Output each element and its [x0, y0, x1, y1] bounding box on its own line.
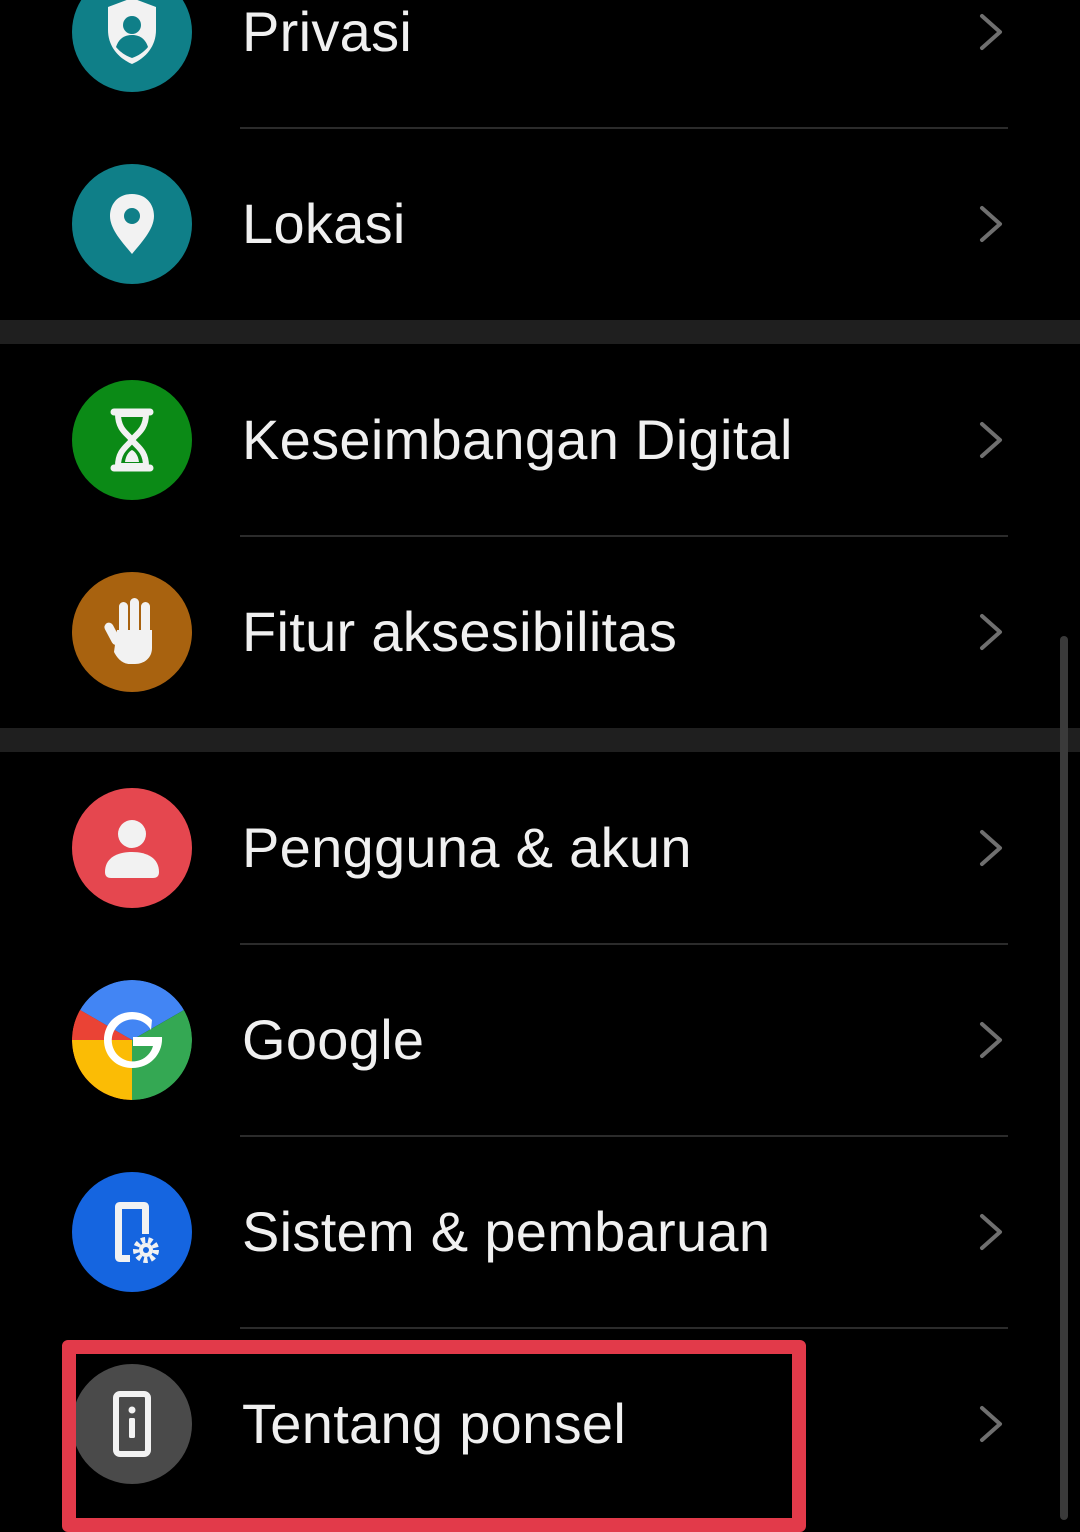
settings-item-users-accounts[interactable]: Pengguna & akun [0, 752, 1080, 944]
section-gap [0, 728, 1080, 752]
chevron-right-icon [980, 14, 1002, 50]
highlight-box [62, 1340, 806, 1532]
chevron-right-icon [980, 614, 1002, 650]
settings-item-label: Sistem & pembaruan [242, 1200, 771, 1263]
scrollbar[interactable] [1060, 636, 1068, 1520]
settings-item-label: Fitur aksesibilitas [242, 600, 678, 663]
chevron-right-icon [980, 1214, 1002, 1250]
section-gap [0, 320, 1080, 344]
settings-item-google[interactable]: Google [0, 944, 1080, 1136]
settings-item-accessibility[interactable]: Fitur aksesibilitas [0, 536, 1080, 728]
settings-item-label: Keseimbangan Digital [242, 408, 793, 471]
settings-item-label: Privasi [242, 0, 413, 63]
settings-item-system-update[interactable]: Sistem & pembaruan [0, 1136, 1080, 1328]
chevron-right-icon [980, 830, 1002, 866]
user-icon [72, 788, 192, 908]
chevron-right-icon [980, 1022, 1002, 1058]
privacy-icon [72, 0, 192, 92]
settings-item-label: Google [242, 1008, 425, 1071]
chevron-right-icon [980, 422, 1002, 458]
settings-item-label: Lokasi [242, 192, 406, 255]
phone-settings-icon [72, 1172, 192, 1292]
hourglass-icon [72, 380, 192, 500]
google-icon [72, 980, 192, 1100]
settings-item-label: Pengguna & akun [242, 816, 692, 879]
hand-icon [72, 572, 192, 692]
settings-item-privacy[interactable]: Privasi [0, 0, 1080, 128]
location-icon [72, 164, 192, 284]
settings-item-digital-balance[interactable]: Keseimbangan Digital [0, 344, 1080, 536]
settings-item-location[interactable]: Lokasi [0, 128, 1080, 320]
chevron-right-icon [980, 1406, 1002, 1442]
chevron-right-icon [980, 206, 1002, 242]
